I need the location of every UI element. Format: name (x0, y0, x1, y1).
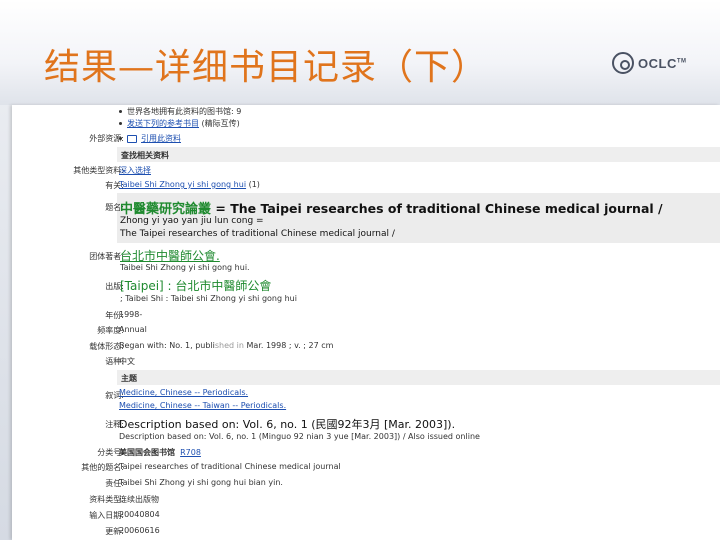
other-versions-label: 其他类型资料: (73, 166, 124, 175)
subject-link[interactable]: Medicine, Chinese -- Periodicals. (119, 388, 248, 397)
oclc-logo: OCLCTM (612, 52, 687, 74)
year-value: 1998- (119, 310, 143, 319)
entry-date-value: 20040804 (119, 510, 160, 519)
slide-title: 结果—详细书目记录（下） (44, 47, 489, 88)
title-romanized: Zhong yi yao yan jiu lun cong = (120, 216, 264, 226)
description-value-b: Mar. 1998 ; v. ; 27 cm (243, 341, 334, 350)
document-type-value: 连续出版物 (119, 495, 159, 504)
bullet-icon (119, 122, 122, 125)
related-author-link[interactable]: Taibei Shi Zhong yi shi gong hui (119, 180, 246, 189)
send-bibliography-suffix: (精际互传) (199, 119, 240, 128)
notes-line-1: Description based on: Vol. 6, no. 1 (民國9… (119, 418, 456, 431)
send-bibliography-link[interactable]: 发送下列的参考书目 (127, 119, 199, 128)
other-titles-label: 其他的题名: (81, 463, 124, 472)
subjects-bar: 主题 (117, 370, 720, 385)
update-date-value: 20060616 (119, 526, 160, 535)
related-count: (1) (246, 180, 260, 189)
oclc-logo-tm: TM (676, 58, 687, 65)
other-titles-value: Taipei researches of traditional Chinese… (119, 462, 341, 471)
external-link-icon (127, 134, 137, 143)
notes-line-2: Description based on: Vol. 6, no. 1 (Min… (119, 432, 480, 441)
class-number-scheme: 美国国会图书馆 (119, 448, 175, 457)
cite-this-link[interactable]: 引用此资料 (141, 134, 181, 143)
title-parallel: The Taipei researches of traditional Chi… (120, 229, 395, 239)
responsibility-value: Taibei Shi Zhong yi shi gong hui bian yi… (119, 478, 283, 487)
class-number-link[interactable]: R708 (180, 448, 201, 457)
libraries-holding-text: 世界各地拥有此资料的图书馆: 9 (127, 107, 242, 116)
bullet-icon (119, 137, 122, 140)
language-value: 中文 (119, 357, 135, 366)
oclc-logo-text: OCLC (638, 55, 677, 71)
frequency-value: Annual (119, 325, 147, 334)
title-cjk: 中醫藥研究論叢 (120, 202, 212, 217)
description-value-a: Began with: No. 1, publi (119, 341, 215, 350)
corporate-author-label: 团体著者: (89, 252, 124, 261)
publication-roman: ; Taibei Shi : Taibei shi Zhong yi shi g… (120, 294, 297, 303)
oclc-logo-icon (612, 52, 634, 74)
publication-cjk: [Taipei] : 台北市中醫師公會 (120, 279, 272, 293)
find-related-bar: 查找相关资料 (117, 147, 720, 162)
description-value-faded: shed in (214, 341, 244, 350)
other-versions-link[interactable]: 深入选择 (119, 166, 151, 175)
corporate-author-roman: Taibei Shi Zhong yi shi gong hui. (120, 263, 250, 272)
record-screenshot: 世界各地拥有此资料的图书馆: 9 发送下列的参考书目 (精际互传) 外部资源: … (12, 105, 720, 540)
subject-link[interactable]: Medicine, Chinese -- Taiwan -- Periodica… (119, 401, 286, 410)
find-related-header: 查找相关资料 (121, 151, 169, 160)
bullet-icon (119, 110, 122, 113)
corporate-author-cjk-link[interactable]: 台北市中醫師公會. (120, 249, 220, 263)
title-main: = The Taipei researches of traditional C… (211, 201, 663, 216)
subjects-header: 主题 (121, 374, 137, 383)
